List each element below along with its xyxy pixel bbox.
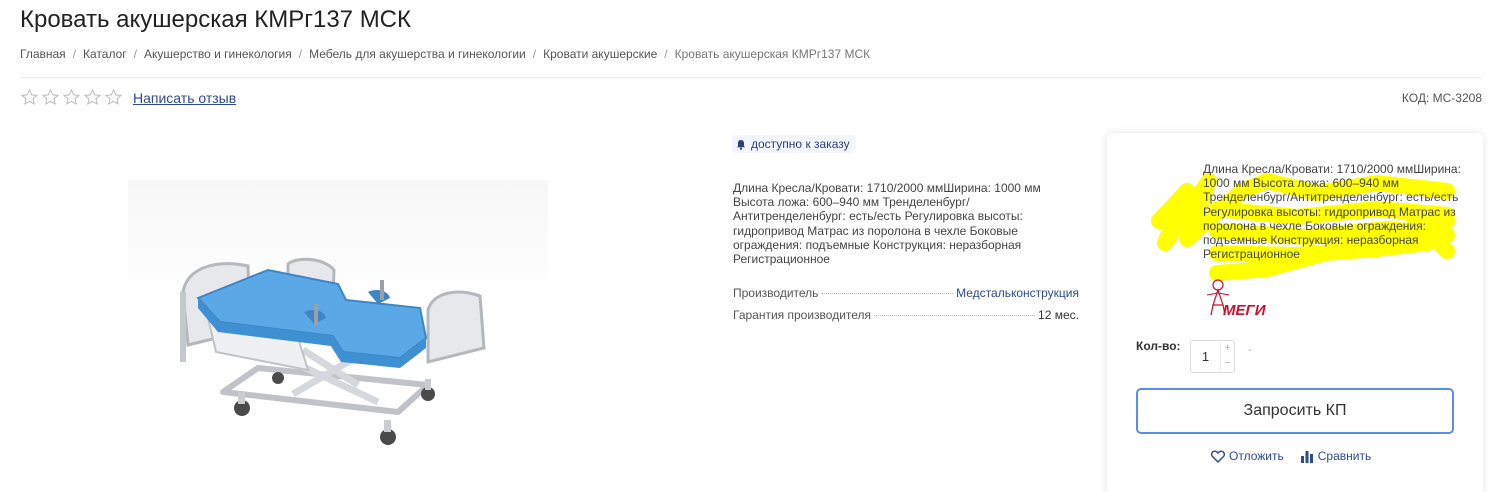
breadcrumb-item-obstetrics[interactable]: Акушерство и гинекология — [144, 47, 292, 61]
rating-row: Написать отзыв — [20, 88, 236, 107]
product-image[interactable] — [128, 180, 548, 492]
quantity-increase-button[interactable]: + — [1221, 341, 1234, 357]
property-value: 12 мес. — [1038, 308, 1079, 322]
product-actions: Отложить Сравнить — [1211, 449, 1371, 463]
brand-logo-mark: МЕГИ — [1206, 279, 1267, 319]
panel-description: Длина Кресла/Кровати: 1710/2000 ммШирина… — [1203, 162, 1461, 262]
write-review-link[interactable]: Написать отзыв — [133, 90, 236, 106]
compare-button[interactable]: Сравнить — [1300, 449, 1371, 463]
quantity-step-buttons: + − — [1220, 341, 1234, 372]
property-key: Производитель — [733, 286, 819, 300]
quantity-decrease-button[interactable]: − — [1221, 357, 1234, 373]
obstetric-bed-illustration — [180, 257, 486, 445]
breadcrumb-item-current: Кровать акушерская КМРг137 МСК — [674, 47, 871, 61]
buy-panel: Длина Кресла/Кровати: 1710/2000 ммШирина… — [1107, 133, 1483, 492]
breadcrumb-separator: / — [298, 47, 303, 61]
availability-badge: доступно к заказу — [732, 135, 856, 153]
page-title: Кровать акушерская КМРг137 МСК — [20, 6, 411, 33]
star-icon[interactable] — [20, 88, 39, 107]
star-icon[interactable] — [104, 88, 123, 107]
property-row-manufacturer: Производитель Медстальконструкция — [733, 286, 1079, 300]
property-dots — [874, 315, 1036, 316]
product-properties: Производитель Медстальконструкция Гарант… — [733, 286, 1079, 330]
breadcrumb-separator: / — [133, 47, 137, 61]
breadcrumb-separator: / — [664, 47, 668, 61]
header-divider — [20, 77, 1482, 78]
breadcrumb-item-beds[interactable]: Кровати акушерские — [543, 47, 657, 61]
breadcrumb-separator: / — [532, 47, 537, 61]
breadcrumb-separator: / — [72, 47, 77, 61]
property-row-warranty: Гарантия производителя 12 мес. — [733, 308, 1079, 322]
rating-stars — [20, 88, 123, 107]
breadcrumb-item-catalog[interactable]: Каталог — [83, 47, 127, 61]
quantity-unit-dash: - — [1248, 344, 1252, 356]
brand-logo-text: МЕГИ — [1223, 302, 1267, 319]
breadcrumb-item-home[interactable]: Главная — [20, 47, 66, 61]
breadcrumb: Главная / Каталог / Акушерство и гинекол… — [20, 47, 870, 61]
product-short-description: Длина Кресла/Кровати: 1710/2000 ммШирина… — [733, 181, 1041, 267]
property-key: Гарантия производителя — [733, 308, 872, 322]
defer-button[interactable]: Отложить — [1211, 449, 1284, 463]
brand-logo[interactable]: МЕГИ — [1201, 275, 1286, 321]
breadcrumb-item-furniture[interactable]: Мебель для акушерства и гинекологии — [309, 47, 526, 61]
quantity-label: Кол-во: — [1136, 339, 1181, 353]
bell-icon — [737, 139, 745, 150]
star-icon[interactable] — [41, 88, 60, 107]
star-icon[interactable] — [83, 88, 102, 107]
compare-label: Сравнить — [1317, 449, 1372, 463]
quantity-stepper: + − — [1190, 340, 1235, 373]
manufacturer-link[interactable]: Медстальконструкция — [956, 286, 1079, 300]
quantity-input[interactable] — [1191, 341, 1220, 372]
star-icon[interactable] — [62, 88, 81, 107]
heart-icon — [1211, 450, 1225, 463]
defer-label: Отложить — [1229, 449, 1284, 463]
availability-label: доступно к заказу — [751, 137, 850, 151]
compare-bars-icon — [1300, 450, 1313, 463]
request-quote-button[interactable]: Запросить КП — [1136, 388, 1454, 434]
product-sku: КОД: МС-3208 — [1401, 91, 1482, 105]
property-dots — [821, 293, 954, 294]
